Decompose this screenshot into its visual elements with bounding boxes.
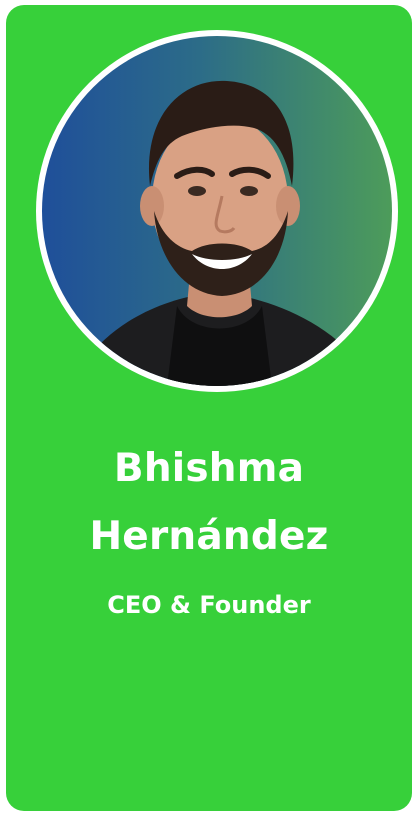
avatar xyxy=(42,36,392,386)
team-member-card: Bhishma Hernández CEO & Founder xyxy=(6,5,412,811)
member-last-name: Hernández xyxy=(89,514,329,559)
portrait-photo xyxy=(82,80,362,386)
avatar-ring xyxy=(36,30,398,392)
page: Bhishma Hernández CEO & Founder xyxy=(0,0,419,816)
member-first-name: Bhishma xyxy=(113,446,305,491)
member-role: CEO & Founder xyxy=(107,591,311,619)
